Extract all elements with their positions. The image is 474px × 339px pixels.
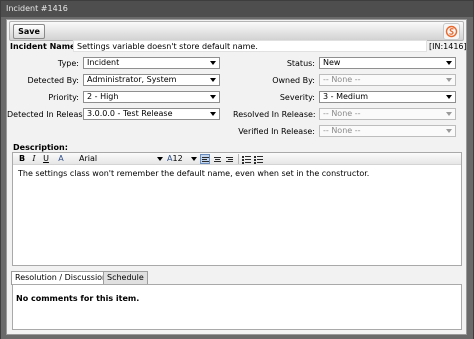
- chevron-down-icon: [210, 95, 216, 99]
- font-value: Arial: [79, 154, 98, 163]
- align-left-button[interactable]: [200, 154, 210, 164]
- chevron-down-icon: [210, 112, 216, 116]
- resolved-in-release-select[interactable]: -- None --: [319, 108, 456, 120]
- chevron-down-icon: [210, 78, 216, 82]
- italic-button[interactable]: I: [29, 154, 39, 164]
- type-label: Type:: [57, 59, 79, 68]
- type-select[interactable]: Incident: [83, 57, 220, 69]
- detected-in-release-select[interactable]: 3.0.0.0 - Test Release: [83, 108, 220, 120]
- status-value: New: [323, 58, 341, 67]
- detected-by-select[interactable]: Administrator, System: [83, 74, 220, 86]
- chevron-down-icon: [446, 95, 452, 99]
- discussion-panel: No comments for this item.: [12, 284, 462, 330]
- detected-in-release-label: Detected In Release:: [7, 110, 91, 119]
- save-button[interactable]: Save: [13, 24, 45, 39]
- align-right-button[interactable]: [224, 154, 234, 164]
- underline-button[interactable]: U: [41, 154, 51, 164]
- detected-by-label: Detected By:: [27, 76, 79, 85]
- incident-window: Incident #1416 Save Incident Name: Setti…: [0, 0, 474, 339]
- tab-schedule[interactable]: Schedule: [103, 271, 148, 284]
- chevron-down-icon: [446, 129, 452, 133]
- font-select[interactable]: Arial: [69, 154, 165, 164]
- severity-select[interactable]: 3 - Medium: [319, 91, 456, 103]
- incident-name-label: Incident Name:: [10, 42, 79, 51]
- align-center-button[interactable]: [212, 154, 222, 164]
- app-logo-icon[interactable]: [443, 23, 460, 40]
- verified-in-release-value: -- None --: [323, 126, 361, 135]
- owned-by-label: Owned By:: [272, 76, 315, 85]
- status-select[interactable]: New: [319, 57, 456, 69]
- incident-name-input[interactable]: Settings variable doesn't store default …: [73, 40, 427, 52]
- toolbar-divider: [238, 154, 239, 164]
- description-label: Description:: [13, 143, 68, 152]
- resolved-in-release-value: -- None --: [323, 109, 361, 118]
- chevron-down-icon: [210, 61, 216, 65]
- bullet-list-button[interactable]: [242, 154, 252, 164]
- description-editor[interactable]: B I U A Arial A12 The settings class won…: [12, 152, 462, 266]
- severity-label: Severity:: [279, 93, 315, 102]
- editor-toolbar: B I U A Arial A12: [13, 153, 461, 165]
- chevron-down-icon: [157, 157, 163, 161]
- toolbar: Save: [9, 21, 464, 41]
- detected-in-release-value: 3.0.0.0 - Test Release: [87, 109, 173, 118]
- verified-in-release-label: Verified In Release:: [238, 127, 315, 136]
- owned-by-select[interactable]: -- None --: [319, 74, 456, 86]
- numbered-list-button[interactable]: [254, 154, 264, 164]
- priority-value: 2 - High: [87, 92, 119, 101]
- font-size-select[interactable]: A12: [167, 154, 197, 164]
- font-size-value: 12: [172, 154, 183, 163]
- owned-by-value: -- None --: [323, 75, 361, 84]
- type-value: Incident: [87, 58, 120, 67]
- font-icon: A: [58, 154, 64, 163]
- severity-value: 3 - Medium: [323, 92, 369, 101]
- chevron-down-icon: [191, 157, 197, 161]
- chevron-down-icon: [446, 112, 452, 116]
- resolved-in-release-label: Resolved In Release:: [233, 110, 316, 119]
- description-text[interactable]: The settings class won't remember the de…: [18, 169, 369, 178]
- chevron-down-icon: [446, 78, 452, 82]
- incident-panel: Save Incident Name: Settings variable do…: [6, 19, 467, 335]
- window-title: Incident #1416: [1, 1, 473, 17]
- bold-button[interactable]: B: [17, 154, 27, 164]
- verified-in-release-select[interactable]: -- None --: [319, 125, 456, 137]
- status-label: Status:: [286, 59, 315, 68]
- tab-resolution-discussion[interactable]: Resolution / Discussion: [11, 271, 112, 285]
- incident-id-tag: [IN:1416]: [429, 42, 467, 51]
- no-comments-text: No comments for this item.: [16, 294, 140, 303]
- chevron-down-icon: [446, 61, 452, 65]
- priority-select[interactable]: 2 - High: [83, 91, 220, 103]
- detected-by-value: Administrator, System: [87, 75, 177, 84]
- priority-label: Priority:: [48, 93, 79, 102]
